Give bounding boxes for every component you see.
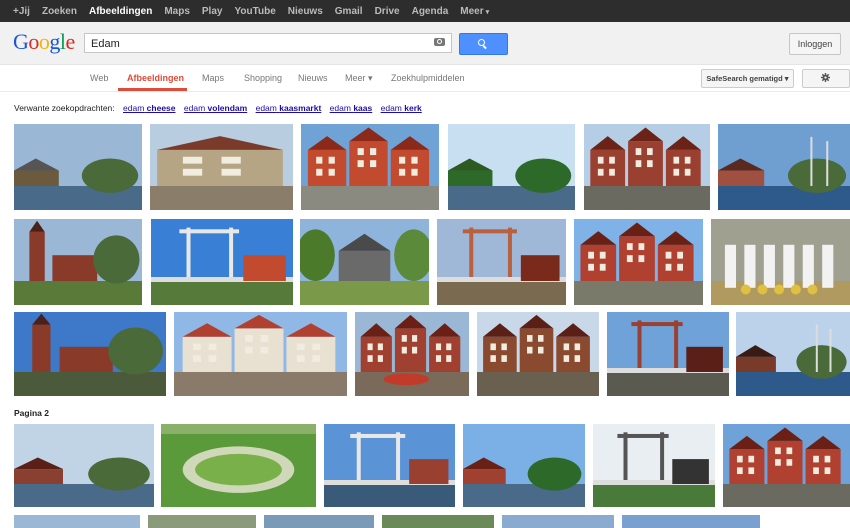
topbar-item-gmail[interactable]: Gmail <box>335 6 363 17</box>
tab-meer[interactable]: Meer ▾ <box>345 73 373 84</box>
topbar-item-nieuws[interactable]: Nieuws <box>288 6 323 17</box>
image-result[interactable] <box>711 219 850 305</box>
tab-nieuws[interactable]: Nieuws <box>298 73 328 83</box>
settings-button[interactable] <box>802 69 850 88</box>
topbar-item-agenda[interactable]: Agenda <box>412 6 449 17</box>
search-icon <box>478 39 485 46</box>
image-result[interactable] <box>324 424 455 507</box>
image-result[interactable] <box>14 312 166 396</box>
image-result[interactable] <box>14 219 142 305</box>
image-result[interactable] <box>14 124 142 210</box>
image-result[interactable] <box>448 124 575 210</box>
search-tabs: Web Afbeeldingen Maps Shopping Nieuws Me… <box>0 65 850 92</box>
related-link-cheese[interactable]: edam cheese <box>123 103 175 113</box>
image-result[interactable] <box>161 424 316 507</box>
login-button[interactable]: Inloggen <box>789 33 841 55</box>
topbar-item-meer[interactable]: Meer <box>460 6 489 17</box>
topbar-item-drive[interactable]: Drive <box>375 6 400 17</box>
image-result[interactable] <box>463 424 585 507</box>
related-link-kaasmarkt[interactable]: edam kaasmarkt <box>256 103 322 113</box>
image-result[interactable] <box>736 312 850 396</box>
google-logo[interactable]: Google <box>13 29 75 55</box>
related-prefix: Verwante zoekopdrachten: <box>14 103 115 113</box>
tab-shopping[interactable]: Shopping <box>244 73 282 83</box>
image-result[interactable] <box>355 312 469 396</box>
image-result[interactable] <box>151 219 293 305</box>
image-result[interactable] <box>593 424 715 507</box>
search-input[interactable] <box>91 36 421 52</box>
search-box[interactable] <box>84 33 452 53</box>
image-result[interactable] <box>584 124 710 210</box>
topbar-item-play[interactable]: Play <box>202 6 223 17</box>
image-result[interactable] <box>382 515 494 528</box>
tab-web[interactable]: Web <box>90 73 108 83</box>
image-result[interactable] <box>477 312 599 396</box>
camera-icon[interactable] <box>434 38 445 46</box>
tab-zoekhulpmiddelen[interactable]: Zoekhulpmiddelen <box>391 73 465 83</box>
tab-afbeeldingen[interactable]: Afbeeldingen <box>127 73 184 83</box>
topbar-item-afbeeldingen[interactable]: Afbeeldingen <box>89 6 152 17</box>
image-result[interactable] <box>264 515 374 528</box>
topbar-item-youtube[interactable]: YouTube <box>234 6 275 17</box>
search-header: Google Inloggen <box>0 22 850 65</box>
related-link-kerk[interactable]: edam kerk <box>381 103 422 113</box>
image-result[interactable] <box>150 124 293 210</box>
topbar-item-maps[interactable]: Maps <box>164 6 190 17</box>
image-result[interactable] <box>502 515 614 528</box>
image-result[interactable] <box>300 219 429 305</box>
image-result[interactable] <box>437 219 566 305</box>
related-link-volendam[interactable]: edam volendam <box>184 103 247 113</box>
top-navigation-bar: +Jij Zoeken Afbeeldingen Maps Play YouTu… <box>0 0 850 22</box>
search-button[interactable] <box>459 33 508 55</box>
image-result[interactable] <box>622 515 760 528</box>
tab-maps[interactable]: Maps <box>202 73 224 83</box>
active-tab-indicator <box>118 88 187 91</box>
image-result[interactable] <box>607 312 729 396</box>
topbar-item-zoeken[interactable]: Zoeken <box>42 6 77 17</box>
related-link-kaas[interactable]: edam kaas <box>330 103 373 113</box>
image-result[interactable] <box>14 515 140 528</box>
topbar-item-plus[interactable]: +Jij <box>13 6 30 17</box>
image-result[interactable] <box>174 312 347 396</box>
gear-icon <box>821 73 830 82</box>
image-result[interactable] <box>14 424 154 507</box>
image-result[interactable] <box>723 424 850 507</box>
safesearch-button[interactable]: SafeSearch gematigd ▾ <box>701 69 794 88</box>
image-result[interactable] <box>148 515 256 528</box>
image-result[interactable] <box>574 219 703 305</box>
image-result[interactable] <box>301 124 439 210</box>
image-result[interactable] <box>718 124 850 210</box>
related-searches: Verwante zoekopdrachten: edam cheese eda… <box>14 103 422 113</box>
page-2-label: Pagina 2 <box>14 408 49 418</box>
